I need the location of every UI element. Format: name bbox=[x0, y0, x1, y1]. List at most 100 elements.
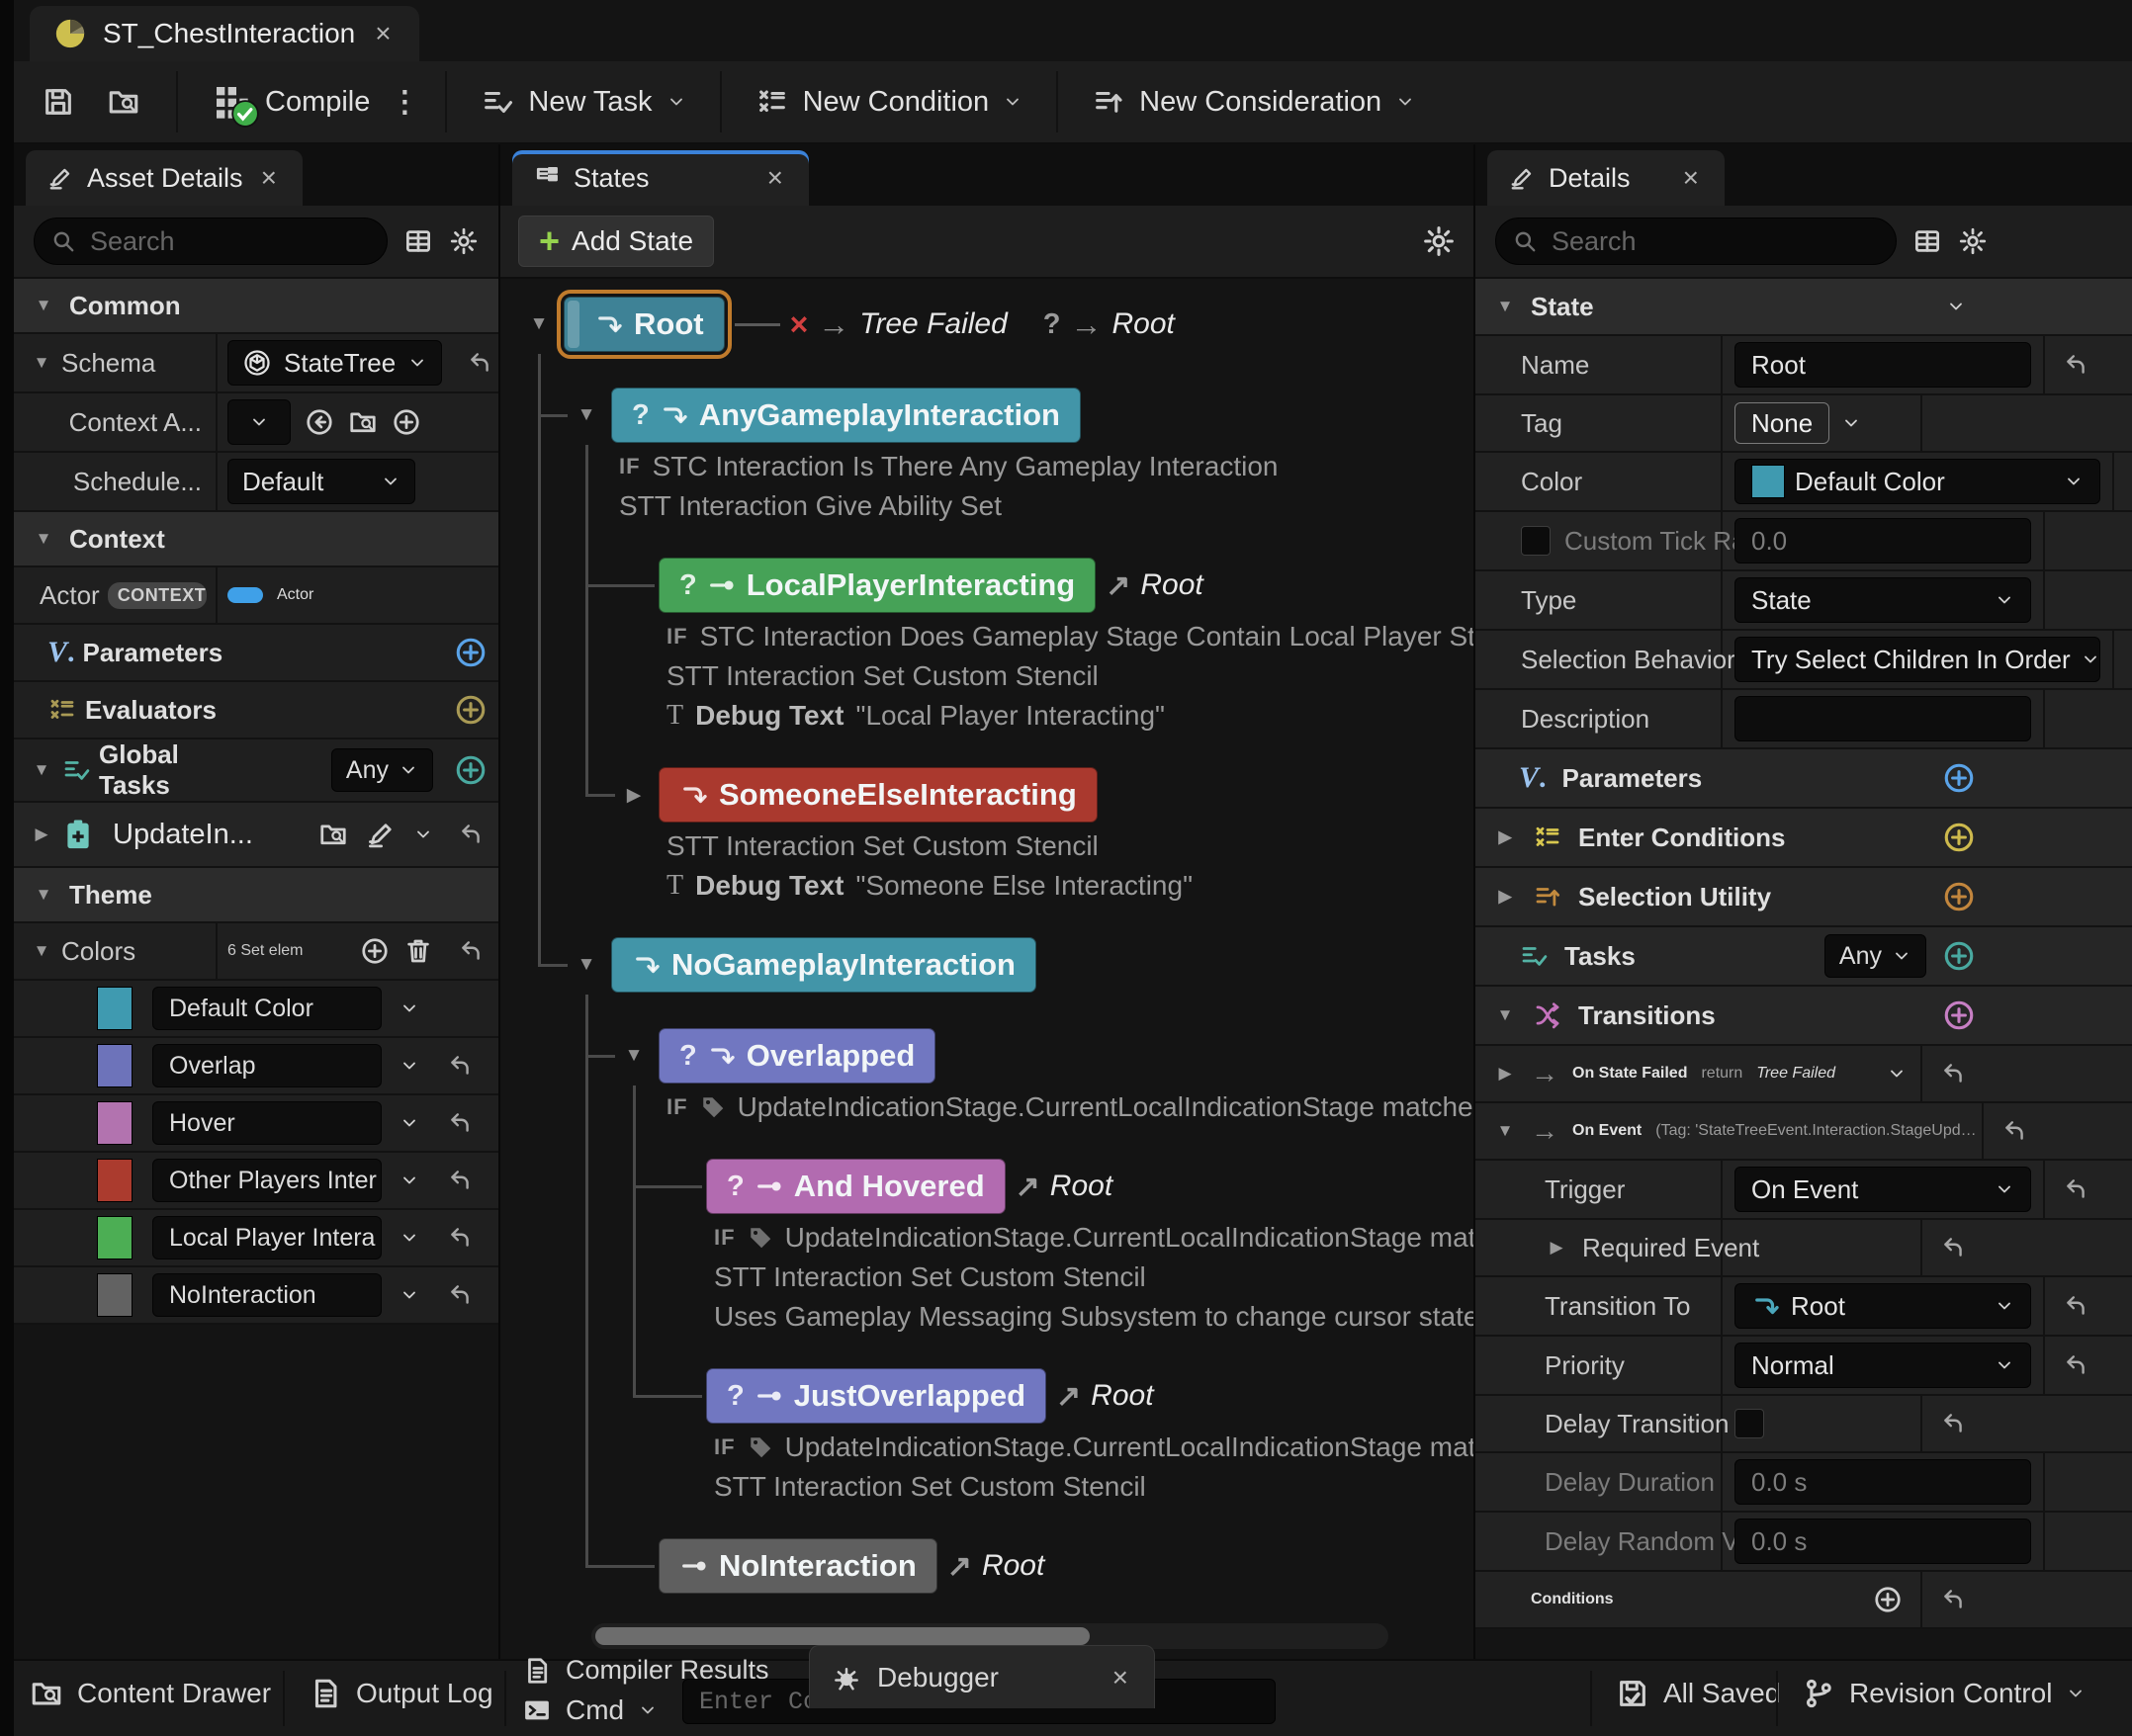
browse-icon[interactable] bbox=[318, 820, 348, 849]
save-icon[interactable] bbox=[42, 85, 75, 119]
reset-icon[interactable] bbox=[458, 938, 484, 964]
transition-target[interactable]: Root bbox=[1091, 1379, 1153, 1413]
search-input[interactable] bbox=[90, 226, 371, 257]
tab-states[interactable]: States × bbox=[512, 150, 809, 206]
section-theme[interactable]: ▼Theme bbox=[14, 868, 498, 923]
all-saved-button[interactable]: All Saved bbox=[1616, 1677, 1780, 1710]
delay-transition-checkbox[interactable] bbox=[1734, 1409, 1764, 1438]
category-parameters[interactable]: V.Parameters bbox=[1475, 749, 2132, 809]
add-icon[interactable] bbox=[1942, 939, 1976, 973]
color-swatch[interactable] bbox=[97, 1044, 133, 1087]
reset-icon[interactable] bbox=[447, 1168, 473, 1193]
transition-row[interactable]: ▼→On Event(Tag: 'StateTreeEvent.Interact… bbox=[1475, 1103, 2132, 1161]
tag-dropdown[interactable]: None bbox=[1734, 402, 1829, 444]
tab-details[interactable]: Details × bbox=[1487, 150, 1725, 206]
state-tree-canvas[interactable]: ▼Root×→Tree Failed?→Root▼?AnyGameplayInt… bbox=[500, 279, 1473, 1613]
state-pill[interactable]: ?AnyGameplayInteraction bbox=[611, 388, 1081, 443]
state-pill[interactable]: ?And Hovered bbox=[706, 1159, 1006, 1214]
tab-debugger[interactable]: Debugger × bbox=[809, 1645, 1155, 1708]
reset-icon[interactable] bbox=[2063, 1176, 2088, 1202]
details-search-field[interactable] bbox=[1495, 217, 1897, 265]
expander-icon[interactable]: ▶ bbox=[619, 784, 649, 807]
reset-icon[interactable] bbox=[2063, 1293, 2088, 1319]
transition-row[interactable]: ▶→On State FailedreturnTree Failed bbox=[1475, 1046, 2132, 1103]
state-pill[interactable]: NoGameplayInteraction bbox=[611, 937, 1036, 993]
gear-icon[interactable] bbox=[449, 226, 479, 256]
search-input[interactable] bbox=[1552, 226, 1880, 257]
add-icon[interactable] bbox=[392, 407, 421, 437]
close-icon[interactable]: × bbox=[257, 164, 281, 192]
transition-to-dropdown[interactable]: Root bbox=[1734, 1283, 2031, 1329]
category-tasks[interactable]: TasksAny bbox=[1475, 927, 2132, 987]
new-condition-button[interactable]: New Condition bbox=[742, 70, 1037, 133]
close-icon[interactable]: × bbox=[371, 20, 395, 47]
display-filter-icon[interactable] bbox=[1912, 226, 1942, 256]
color-name-field[interactable]: Other Players Inter bbox=[152, 1159, 382, 1202]
row-global-task-item[interactable]: ▶ UpdateIn... bbox=[14, 803, 498, 868]
expander-icon[interactable]: ▼ bbox=[524, 313, 554, 335]
asset-search-field[interactable] bbox=[34, 217, 388, 265]
add-icon[interactable] bbox=[1942, 821, 1976, 854]
close-icon[interactable]: × bbox=[1679, 164, 1703, 192]
add-icon[interactable] bbox=[1942, 761, 1976, 795]
section-context[interactable]: ▼Context bbox=[14, 512, 498, 567]
close-icon[interactable]: × bbox=[763, 164, 787, 192]
browse-icon[interactable] bbox=[348, 407, 378, 437]
color-name-field[interactable]: Local Player Intera bbox=[152, 1216, 382, 1259]
use-selected-icon[interactable] bbox=[305, 407, 334, 437]
trigger-dropdown[interactable]: On Event bbox=[1734, 1167, 2031, 1212]
cmd-button[interactable]: Cmd bbox=[522, 1694, 658, 1726]
scrollbar-thumb[interactable] bbox=[595, 1627, 1090, 1645]
row-global-tasks[interactable]: ▼Global Tasks Any bbox=[14, 739, 498, 803]
reset-icon[interactable] bbox=[458, 822, 484, 847]
chevron-down-icon[interactable] bbox=[400, 998, 419, 1018]
chevron-down-icon[interactable] bbox=[400, 1113, 419, 1133]
chevron-down-icon[interactable] bbox=[400, 1056, 419, 1076]
reset-icon[interactable] bbox=[447, 1053, 473, 1079]
color-dropdown[interactable]: Default Color bbox=[1734, 459, 2100, 504]
add-parameter-icon[interactable] bbox=[454, 636, 488, 669]
delay-duration-field[interactable]: 0.0 s bbox=[1734, 1459, 2031, 1505]
state-pill[interactable]: ?JustOverlapped bbox=[706, 1368, 1046, 1424]
compile-options-icon[interactable]: ⋮ bbox=[384, 85, 425, 120]
reset-icon[interactable] bbox=[2063, 1352, 2088, 1378]
chevron-down-icon[interactable] bbox=[400, 1228, 419, 1248]
section-state[interactable]: ▼State bbox=[1475, 279, 2132, 336]
expander-icon[interactable]: ▶ bbox=[30, 825, 53, 844]
expander-icon[interactable]: ▶ bbox=[1545, 1238, 1568, 1258]
category-enter-conditions[interactable]: ▶Enter Conditions bbox=[1475, 809, 2132, 868]
color-name-field[interactable]: Default Color bbox=[152, 987, 382, 1030]
add-state-button[interactable]: + Add State bbox=[518, 216, 714, 267]
selection-behavior-dropdown[interactable]: Try Select Children In Order bbox=[1734, 637, 2100, 682]
tab-asset-details[interactable]: Asset Details × bbox=[26, 150, 303, 206]
add-color-icon[interactable] bbox=[360, 936, 390, 966]
transition-target[interactable]: Tree Failed bbox=[859, 307, 1008, 341]
expander-icon[interactable]: ▼ bbox=[619, 1045, 649, 1067]
color-swatch[interactable] bbox=[97, 1101, 133, 1145]
expander-icon[interactable]: ▶ bbox=[1493, 827, 1517, 847]
reset-icon[interactable] bbox=[467, 350, 492, 376]
state-pill[interactable]: Root bbox=[564, 297, 725, 352]
type-dropdown[interactable]: State bbox=[1734, 577, 2031, 623]
reset-icon[interactable] bbox=[2001, 1118, 2027, 1144]
close-icon[interactable]: × bbox=[1109, 1664, 1132, 1692]
tasks-rule-dropdown[interactable]: Any bbox=[1824, 934, 1926, 978]
browse-to-asset-icon[interactable] bbox=[107, 85, 140, 119]
chevron-down-icon[interactable] bbox=[1887, 1064, 1907, 1084]
section-common[interactable]: ▼Common bbox=[14, 279, 498, 334]
reset-icon[interactable] bbox=[2063, 352, 2088, 378]
expander-icon[interactable]: ▼ bbox=[572, 404, 601, 426]
priority-dropdown[interactable]: Normal bbox=[1734, 1343, 2031, 1388]
new-task-button[interactable]: New Task bbox=[467, 70, 699, 133]
gear-icon[interactable] bbox=[1422, 224, 1456, 258]
context-actor-dropdown[interactable] bbox=[227, 399, 291, 445]
color-swatch[interactable] bbox=[97, 987, 133, 1030]
chevron-down-icon[interactable] bbox=[1946, 297, 1966, 316]
new-consideration-button[interactable]: New Consideration bbox=[1078, 70, 1429, 133]
transition-target[interactable]: Root bbox=[982, 1549, 1044, 1583]
add-condition-icon[interactable] bbox=[1873, 1585, 1903, 1614]
expander-icon[interactable]: ▼ bbox=[572, 954, 601, 976]
add-global-task-icon[interactable] bbox=[454, 753, 488, 787]
delete-icon[interactable] bbox=[403, 936, 433, 966]
state-pill[interactable]: NoInteraction bbox=[659, 1538, 937, 1594]
